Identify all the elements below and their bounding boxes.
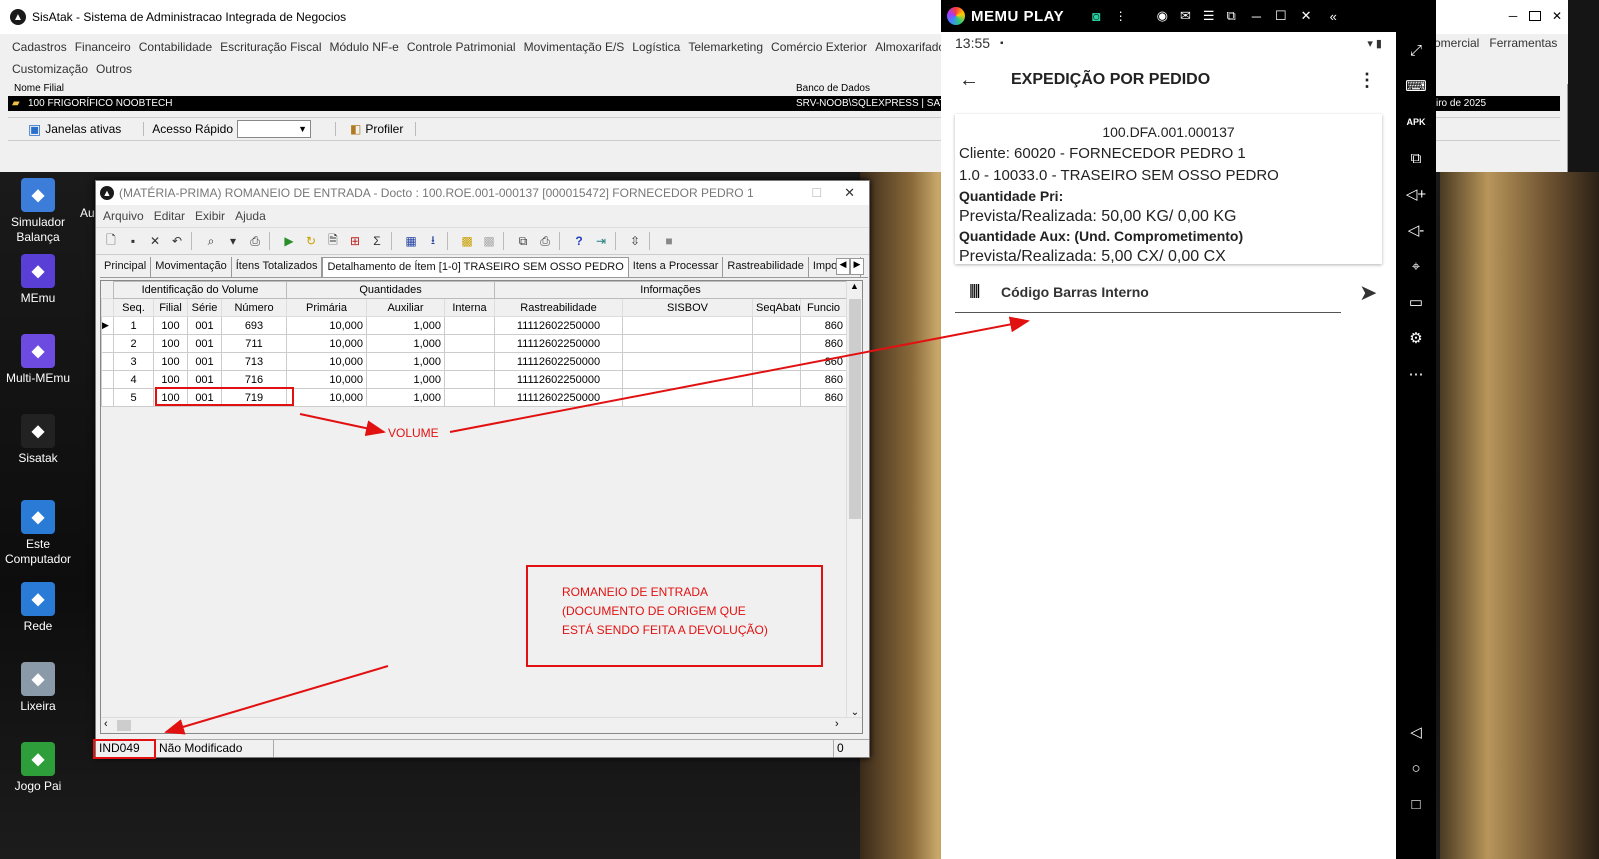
- volume-arrow: [299, 413, 386, 437]
- status-arrow: [164, 665, 389, 735]
- barcode-arrow: [449, 316, 1030, 433]
- annotation-arrows: [164, 316, 1030, 735]
